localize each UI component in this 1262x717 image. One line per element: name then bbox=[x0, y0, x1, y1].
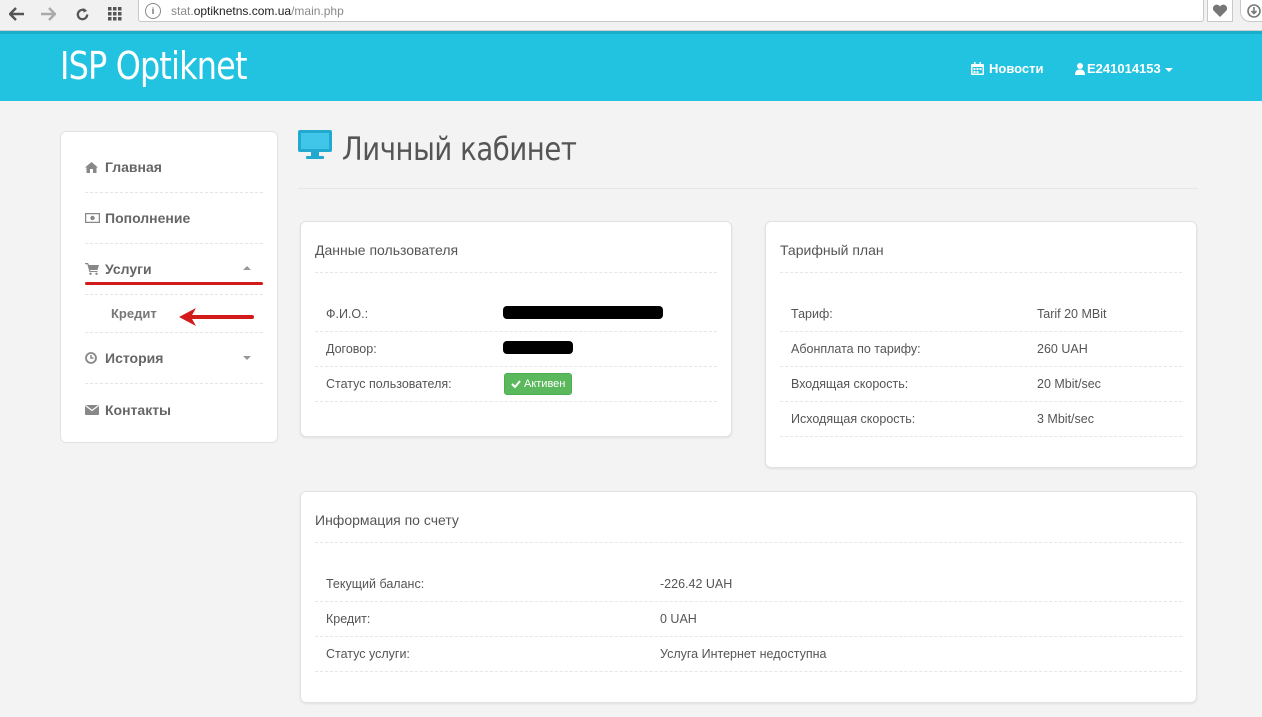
status-badge-label: Активен bbox=[524, 378, 566, 390]
row-label: Договор: bbox=[326, 342, 377, 356]
page-title: Личный кабинет bbox=[298, 130, 615, 168]
sidebar-item-services[interactable]: Услуги bbox=[85, 244, 263, 295]
panel-heading: Тарифный план bbox=[780, 242, 884, 258]
row-label: Тариф: bbox=[791, 307, 833, 321]
redaction-mark bbox=[503, 341, 573, 354]
row-value: Tarif 20 MBit bbox=[1037, 307, 1107, 321]
panel-divider bbox=[315, 272, 717, 273]
row-label: Текущий баланс: bbox=[326, 577, 425, 591]
row-value: Услуга Интернет недоступна bbox=[660, 647, 827, 661]
clock-icon bbox=[85, 352, 101, 364]
title-divider bbox=[298, 188, 1198, 189]
url-path: /main.php bbox=[291, 3, 344, 18]
row-value: 3 Mbit/sec bbox=[1037, 412, 1094, 426]
redaction-mark bbox=[503, 306, 663, 319]
row-label: Кредит: bbox=[326, 612, 371, 626]
row-label: Статус пользователя: bbox=[326, 377, 452, 391]
chevron-down-icon bbox=[243, 356, 251, 360]
sidebar-item-label: Главная bbox=[105, 159, 162, 175]
sidebar-item-topup[interactable]: Пополнение bbox=[85, 193, 263, 244]
news-link[interactable]: Новости bbox=[971, 61, 1044, 76]
row-label: Входящая скорость: bbox=[791, 377, 909, 391]
sidebar-item-label: История bbox=[105, 350, 164, 366]
check-icon bbox=[511, 380, 521, 388]
user-data-panel: Данные пользователя Ф.И.О.: Договор: Ста… bbox=[300, 221, 732, 437]
site-info-icon[interactable]: i bbox=[145, 2, 161, 19]
cart-icon bbox=[85, 263, 101, 275]
browser-toolbar: i stat. optiknetns.com.ua/main.php bbox=[0, 0, 1262, 31]
panel-divider bbox=[315, 542, 1182, 543]
envelope-icon bbox=[85, 404, 101, 415]
full-name-value bbox=[503, 306, 663, 322]
row-value: 20 Mbit/sec bbox=[1037, 377, 1101, 391]
download-icon[interactable] bbox=[1240, 0, 1262, 22]
contract-value bbox=[503, 341, 573, 357]
panel-divider bbox=[780, 272, 1182, 273]
chevron-down-icon bbox=[1164, 67, 1173, 72]
sidebar-item-history[interactable]: История bbox=[85, 333, 263, 384]
sidebar-item-label: Услуги bbox=[105, 261, 152, 277]
news-label: Новости bbox=[989, 61, 1044, 76]
user-id-label: E241014153 bbox=[1087, 61, 1161, 76]
status-badge-inner: Активен bbox=[504, 373, 573, 395]
calendar-icon bbox=[971, 62, 984, 75]
back-icon[interactable] bbox=[6, 3, 28, 25]
sidebar-item-label: Пополнение bbox=[105, 210, 191, 226]
apps-grid-icon[interactable] bbox=[104, 3, 126, 25]
table-row: Статус пользователя: Активен bbox=[315, 367, 717, 402]
url-domain: optiknetns.com.ua bbox=[193, 3, 292, 18]
table-row: Кредит: 0 UAH bbox=[315, 602, 1182, 637]
heart-icon[interactable] bbox=[1207, 0, 1233, 22]
chevron-up-icon bbox=[243, 266, 251, 270]
table-row: Договор: bbox=[315, 332, 717, 367]
home-icon bbox=[85, 161, 101, 173]
table-row: Тариф: Tarif 20 MBit bbox=[780, 297, 1182, 332]
money-icon bbox=[85, 213, 101, 223]
sidebar-menu: Главная Пополнение Услуги Кредит История… bbox=[60, 131, 278, 443]
panel-heading: Информация по счету bbox=[315, 512, 459, 528]
panel-heading: Данные пользователя bbox=[315, 242, 459, 258]
row-value: 0 UAH bbox=[660, 612, 697, 626]
sidebar-item-contacts[interactable]: Контакты bbox=[85, 384, 263, 435]
top-navbar: ISP Optiknet Новости E241014153 bbox=[0, 31, 1262, 101]
sidebar-item-label: Контакты bbox=[105, 401, 172, 418]
user-icon bbox=[1075, 62, 1085, 75]
row-label: Статус услуги: bbox=[326, 647, 410, 661]
table-row: Текущий баланс: -226.42 UAH bbox=[315, 567, 1182, 602]
sidebar-item-home[interactable]: Главная bbox=[85, 142, 263, 193]
reload-icon[interactable] bbox=[71, 3, 93, 25]
table-row: Ф.И.О.: bbox=[315, 297, 717, 332]
row-value: -226.42 UAH bbox=[660, 577, 733, 591]
address-bar[interactable]: i stat. optiknetns.com.ua/main.php bbox=[138, 0, 1204, 22]
url-subdomain: stat. bbox=[171, 3, 194, 18]
row-label: Исходящая скорость: bbox=[791, 412, 916, 426]
row-label: Ф.И.О.: bbox=[326, 307, 369, 321]
monitor-icon bbox=[298, 130, 332, 168]
table-row: Статус услуги: Услуга Интернет недоступн… bbox=[315, 637, 1182, 672]
table-row: Абонплата по тарифу: 260 UAH bbox=[780, 332, 1182, 367]
row-value: 260 UAH bbox=[1037, 342, 1088, 356]
status-badge: Активен bbox=[504, 373, 573, 395]
table-row: Исходящая скорость: 3 Mbit/sec bbox=[780, 402, 1182, 437]
account-info-panel: Информация по счету Текущий баланс: -226… bbox=[300, 491, 1197, 703]
forward-icon[interactable] bbox=[37, 3, 59, 25]
page-title-text: Личный кабинет bbox=[342, 130, 577, 168]
sidebar-subitem-label: Кредит bbox=[111, 306, 157, 321]
row-label: Абонплата по тарифу: bbox=[791, 342, 921, 356]
user-menu-toggle[interactable]: E241014153 bbox=[1075, 61, 1173, 76]
annotation-underline bbox=[85, 282, 263, 285]
tariff-panel: Тарифный план Тариф: Tarif 20 MBit Абонп… bbox=[765, 221, 1197, 468]
annotation-arrow-icon bbox=[179, 308, 254, 326]
table-row: Входящая скорость: 20 Mbit/sec bbox=[780, 367, 1182, 402]
brand-logo[interactable]: ISP Optiknet bbox=[60, 44, 247, 88]
